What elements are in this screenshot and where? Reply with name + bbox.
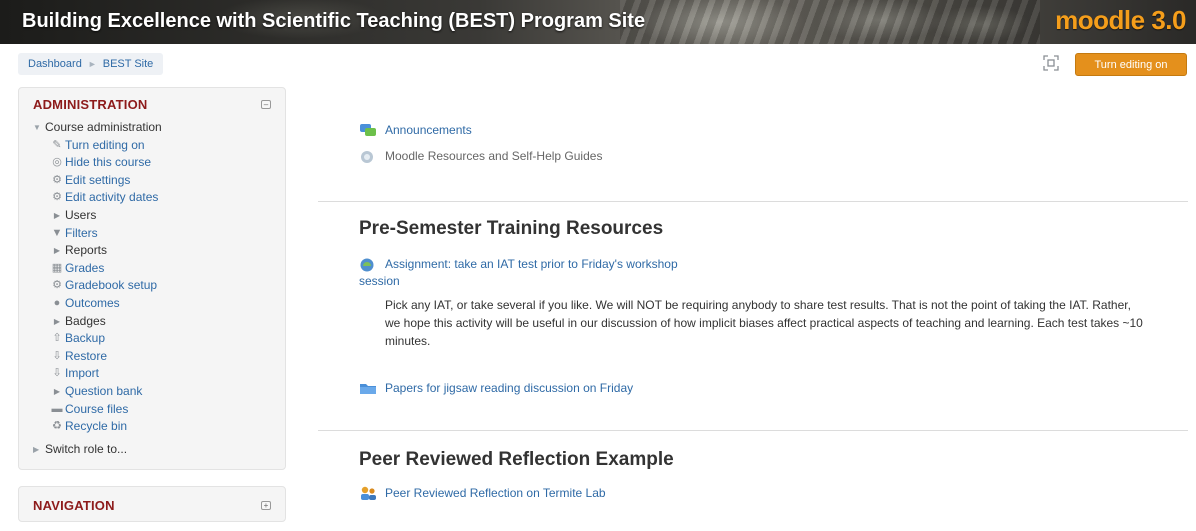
tree-label[interactable]: Backup	[65, 330, 105, 348]
administration-block: ADMINISTRATION – ▼ Course administration…	[18, 87, 286, 470]
moodle-resources-label[interactable]: Moodle Resources and Self-Help Guides	[385, 149, 602, 163]
tree-label[interactable]: Course files	[65, 401, 128, 419]
tree-item-backup[interactable]: ⇧ Backup	[33, 330, 162, 348]
moodle-logo: moodle 3.0	[1055, 5, 1186, 35]
tree-item-course-files[interactable]: ▬ Course files	[33, 401, 162, 419]
section-divider	[318, 430, 1188, 431]
site-title[interactable]: Building Excellence with Scientific Teac…	[22, 10, 645, 33]
tree-item-restore[interactable]: ⇩ Restore	[33, 348, 162, 366]
tree-item-gradebook-setup[interactable]: ⚙ Gradebook setup	[33, 277, 162, 295]
site-header: Building Excellence with Scientific Teac…	[0, 0, 1196, 44]
tree-item-switch-role[interactable]: ▶ Switch role to...	[33, 441, 162, 459]
tree-label[interactable]: Turn editing on	[65, 137, 145, 155]
assignment-label[interactable]: Assignment: take an IAT test prior to Fr…	[385, 257, 678, 271]
announcements-label[interactable]: Announcements	[385, 123, 472, 137]
tree-item-outcomes[interactable]: ● Outcomes	[33, 295, 162, 313]
breadcrumb: Dashboard ► BEST Site	[18, 53, 164, 75]
backup-icon: ⇧	[52, 332, 62, 345]
expand-icon[interactable]: +	[261, 501, 271, 510]
tree-item-reports[interactable]: ▶ Reports	[33, 242, 162, 260]
grades-icon: ▦	[51, 261, 63, 274]
triangle-right-icon: ▶	[33, 444, 40, 454]
folder-icon	[360, 384, 376, 394]
tree-item-edit-settings[interactable]: ⚙ Edit settings	[33, 172, 162, 190]
navigation-title: NAVIGATION	[33, 498, 115, 513]
administration-title: ADMINISTRATION	[33, 97, 148, 112]
papers-folder-label[interactable]: Papers for jigsaw reading discussion on …	[385, 381, 633, 395]
navigation-block: NAVIGATION +	[18, 486, 286, 522]
tree-item-grades[interactable]: ▦ Grades	[33, 260, 162, 278]
tree-label[interactable]: Filters	[65, 225, 98, 243]
triangle-right-icon: ▶	[53, 386, 61, 396]
assignment-icon	[360, 258, 374, 272]
gear-icon: ⚙	[52, 173, 62, 186]
pencil-icon: ✎	[52, 138, 62, 151]
filter-icon: ▼	[51, 226, 63, 239]
fullscreen-icon[interactable]	[1043, 55, 1059, 71]
recycle-icon: ♻	[52, 420, 62, 433]
triangle-right-icon: ▶	[53, 316, 61, 326]
breadcrumb-dashboard[interactable]: Dashboard	[28, 58, 82, 70]
tree-label: Badges	[65, 313, 106, 328]
tree-item-turn-editing-on[interactable]: ✎ Turn editing on	[33, 137, 162, 155]
tree-label[interactable]: Import	[65, 365, 99, 383]
tree-label: Switch role to...	[45, 441, 128, 456]
tree-item-course-administration[interactable]: ▼ Course administration	[33, 119, 162, 137]
assignment-link-continued[interactable]: session	[359, 274, 400, 288]
triangle-right-icon: ▶	[53, 246, 61, 256]
tree-label[interactable]: Hide this course	[65, 154, 151, 172]
tree-item-edit-activity-dates[interactable]: ⚙ Edit activity dates	[33, 189, 162, 207]
tree-item-recycle-bin[interactable]: ♻ Recycle bin	[33, 418, 162, 436]
peer-reviewed-label[interactable]: Peer Reviewed Reflection on Termite Lab	[385, 486, 606, 500]
moodle-resources-link[interactable]: Moodle Resources and Self-Help Guides	[359, 148, 602, 164]
turn-editing-on-button[interactable]: Turn editing on	[1075, 53, 1187, 76]
collapse-icon[interactable]: –	[261, 100, 271, 109]
section-divider	[318, 201, 1188, 202]
restore-icon: ⇩	[52, 349, 62, 362]
peer-reviewed-link[interactable]: Peer Reviewed Reflection on Termite Lab	[359, 485, 606, 501]
tree-item-badges[interactable]: ▶ Badges	[33, 313, 162, 331]
triangle-right-icon: ▶	[53, 210, 61, 220]
tree-label: Course administration	[45, 120, 162, 134]
section-heading-peer-reviewed: Peer Reviewed Reflection Example	[359, 449, 674, 470]
announcements-link[interactable]: Announcements	[359, 122, 472, 138]
tree-label[interactable]: Recycle bin	[65, 418, 127, 436]
folder-icon: ▬	[51, 402, 63, 415]
tree-label[interactable]: Question bank	[65, 383, 142, 401]
assignment-label-line2[interactable]: session	[359, 274, 400, 288]
breadcrumb-separator-icon: ►	[87, 59, 97, 69]
header-decoration	[620, 0, 1040, 44]
forum-icon	[360, 124, 376, 136]
tree-label[interactable]: Outcomes	[65, 295, 120, 313]
tree-label: Reports	[65, 243, 108, 258]
outcomes-icon: ●	[53, 296, 61, 309]
tree-label[interactable]: Grades	[65, 260, 104, 278]
eye-icon: ◎	[52, 156, 62, 169]
admin-tree: ▼ Course administration ✎ Turn editing o…	[33, 119, 162, 458]
triangle-down-icon: ▼	[33, 123, 41, 132]
tree-item-filters[interactable]: ▼ Filters	[33, 225, 162, 243]
url-icon	[361, 151, 373, 163]
papers-folder-link[interactable]: Papers for jigsaw reading discussion on …	[359, 380, 633, 396]
gear-icon: ⚙	[52, 191, 62, 204]
section-heading-pre-semester: Pre-Semester Training Resources	[359, 218, 664, 239]
tree-item-import[interactable]: ⇩ Import	[33, 365, 162, 383]
tree-label[interactable]: Edit activity dates	[65, 189, 158, 207]
tree-item-question-bank[interactable]: ▶ Question bank	[33, 383, 162, 401]
tree-label[interactable]: Gradebook setup	[65, 277, 157, 295]
tree-item-hide-this-course[interactable]: ◎ Hide this course	[33, 154, 162, 172]
assignment-description: Pick any IAT, or take several if you lik…	[385, 298, 1143, 348]
workshop-icon	[361, 486, 376, 500]
assignment-link[interactable]: Assignment: take an IAT test prior to Fr…	[359, 256, 678, 272]
gear-icon: ⚙	[52, 279, 62, 292]
tree-label[interactable]: Edit settings	[65, 172, 130, 190]
tree-label: Users	[65, 207, 97, 222]
breadcrumb-best-site[interactable]: BEST Site	[103, 58, 154, 70]
tree-label[interactable]: Restore	[65, 348, 107, 366]
tree-item-users[interactable]: ▶ Users	[33, 207, 162, 225]
import-icon: ⇩	[52, 367, 62, 380]
